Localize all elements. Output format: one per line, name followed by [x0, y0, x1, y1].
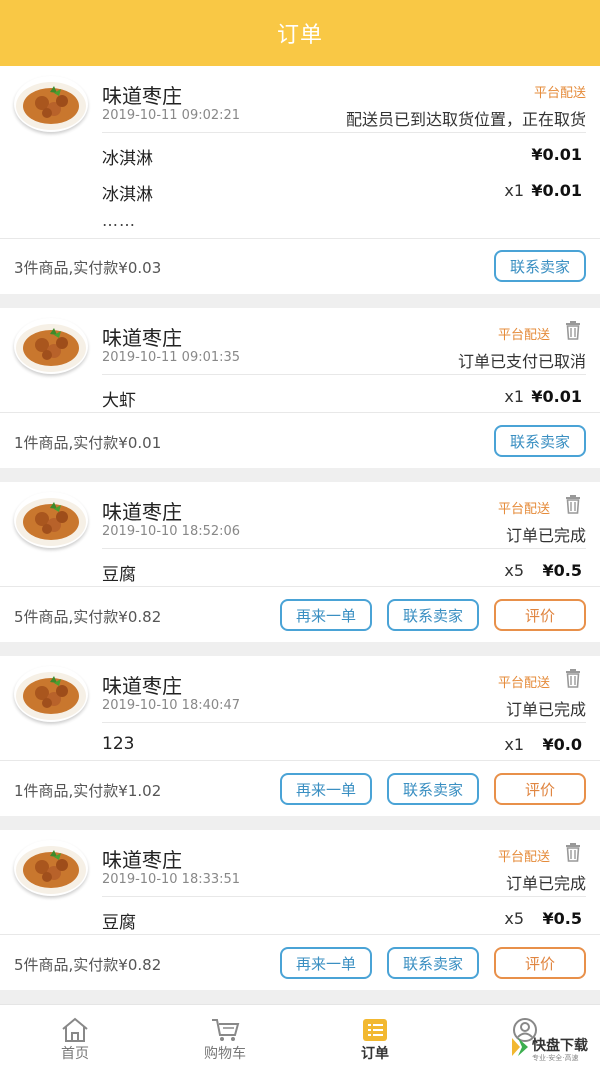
watermark-logo-icon	[512, 1038, 528, 1056]
reorder-button[interactable]: 再来一单	[280, 599, 372, 631]
shop-thumbnail	[14, 666, 88, 722]
delivery-tag: 平台配送	[533, 86, 586, 101]
contact-seller-button[interactable]: 联系卖家	[387, 947, 479, 979]
item-name: 豆腐	[102, 913, 136, 933]
shop-thumbnail	[14, 318, 88, 374]
order-summary: 1件商品,实付款¥0.01	[14, 434, 162, 452]
contact-seller-button[interactable]: 联系卖家	[387, 773, 479, 805]
divider	[102, 896, 586, 897]
contact-seller-button[interactable]: 联系卖家	[387, 599, 479, 631]
order-time: 2019-10-10 18:33:51	[102, 872, 241, 887]
tab-cart[interactable]: 购物车	[150, 1005, 300, 1067]
order-card[interactable]: 味道枣庄 2019-10-10 18:33:51 平台配送 订单已完成 豆腐 x…	[0, 830, 600, 990]
order-status: 订单已完成	[505, 874, 586, 893]
item-quantity: x5	[504, 561, 524, 580]
more-items-indicator: ……	[102, 211, 136, 230]
order-status: 订单已完成	[505, 700, 586, 719]
delivery-tag: 平台配送	[497, 328, 550, 343]
cart-icon	[212, 1019, 240, 1041]
tab-orders[interactable]: 订单	[300, 1005, 450, 1067]
item-price: ¥0.5	[542, 909, 582, 928]
divider	[0, 760, 600, 761]
shop-name[interactable]: 味道枣庄	[102, 80, 182, 109]
order-time: 2019-10-10 18:40:47	[102, 698, 241, 713]
order-card[interactable]: 味道枣庄 2019-10-10 18:40:47 平台配送 订单已完成 123 …	[0, 656, 600, 816]
divider	[0, 934, 600, 935]
order-card[interactable]: 味道枣庄 2019-10-11 09:01:35 平台配送 订单已支付已取消 大…	[0, 308, 600, 468]
order-status: 订单已支付已取消	[457, 352, 586, 371]
review-button[interactable]: 评价	[494, 947, 586, 979]
order-time: 2019-10-11 09:01:35	[102, 350, 241, 365]
trash-icon[interactable]	[564, 494, 582, 514]
trash-icon[interactable]	[564, 842, 582, 862]
order-summary: 5件商品,实付款¥0.82	[14, 956, 162, 974]
reorder-button[interactable]: 再来一单	[280, 773, 372, 805]
page-title: 订单	[276, 23, 323, 48]
trash-icon[interactable]	[564, 320, 582, 340]
tab-home[interactable]: 首页	[0, 1005, 150, 1067]
order-summary: 3件商品,实付款¥0.03	[14, 259, 162, 277]
item-quantity: x1	[504, 181, 524, 200]
divider	[102, 548, 586, 549]
home-icon	[62, 1017, 88, 1042]
divider	[102, 374, 586, 375]
divider	[0, 586, 600, 587]
tab-label: 订单	[361, 1046, 389, 1062]
divider	[102, 132, 586, 133]
tab-label: 购物车	[204, 1046, 246, 1062]
watermark: 快盘下载 专业·安全·高速	[510, 1034, 594, 1062]
shop-name[interactable]: 味道枣庄	[102, 670, 182, 699]
shop-thumbnail	[14, 492, 88, 548]
app-header: 订单	[0, 0, 600, 66]
watermark-text: 快盘下载	[532, 1038, 588, 1054]
order-card[interactable]: 味道枣庄 2019-10-11 09:02:21 平台配送 配送员已到达取货位置…	[0, 66, 600, 294]
review-button[interactable]: 评价	[494, 599, 586, 631]
shop-name[interactable]: 味道枣庄	[102, 496, 182, 525]
shop-thumbnail	[14, 840, 88, 896]
item-price: ¥0.01	[531, 181, 582, 200]
shop-thumbnail	[14, 76, 88, 132]
item-quantity: x1	[504, 735, 524, 754]
order-status: 配送员已到达取货位置，正在取货	[345, 110, 586, 129]
item-price: ¥0.01	[531, 387, 582, 406]
item-price: ¥0.01	[531, 145, 582, 164]
divider	[102, 722, 586, 723]
shop-name[interactable]: 味道枣庄	[102, 322, 182, 351]
item-price: ¥0.5	[542, 561, 582, 580]
orders-icon	[363, 1019, 387, 1041]
divider	[0, 412, 600, 413]
item-name: 大虾	[102, 391, 136, 411]
delivery-tag: 平台配送	[497, 502, 550, 517]
delivery-tag: 平台配送	[497, 676, 550, 691]
order-summary: 1件商品,实付款¥1.02	[14, 782, 162, 800]
item-name: 123	[102, 734, 135, 754]
item-quantity: x5	[504, 909, 524, 928]
trash-icon[interactable]	[564, 668, 582, 688]
order-status: 订单已完成	[505, 526, 586, 545]
order-list[interactable]: 味道枣庄 2019-10-11 09:02:21 平台配送 配送员已到达取货位置…	[0, 66, 600, 1004]
divider	[0, 238, 600, 239]
reorder-button[interactable]: 再来一单	[280, 947, 372, 979]
delivery-tag: 平台配送	[497, 850, 550, 865]
review-button[interactable]: 评价	[494, 773, 586, 805]
item-name: 冰淇淋	[102, 149, 153, 169]
order-time: 2019-10-10 18:52:06	[102, 524, 241, 539]
item-price: ¥0.0	[542, 735, 582, 754]
order-summary: 5件商品,实付款¥0.82	[14, 608, 162, 626]
order-time: 2019-10-11 09:02:21	[102, 108, 241, 123]
tab-label: 首页	[61, 1046, 89, 1062]
item-quantity: x1	[504, 387, 524, 406]
item-name: 豆腐	[102, 565, 136, 585]
contact-seller-button[interactable]: 联系卖家	[494, 425, 586, 457]
shop-name[interactable]: 味道枣庄	[102, 844, 182, 873]
watermark-subtext: 专业·安全·高速	[532, 1054, 579, 1062]
contact-seller-button[interactable]: 联系卖家	[494, 250, 586, 282]
order-card[interactable]: 味道枣庄 2019-10-10 18:52:06 平台配送 订单已完成 豆腐 x…	[0, 482, 600, 642]
item-name: 冰淇淋	[102, 185, 153, 205]
